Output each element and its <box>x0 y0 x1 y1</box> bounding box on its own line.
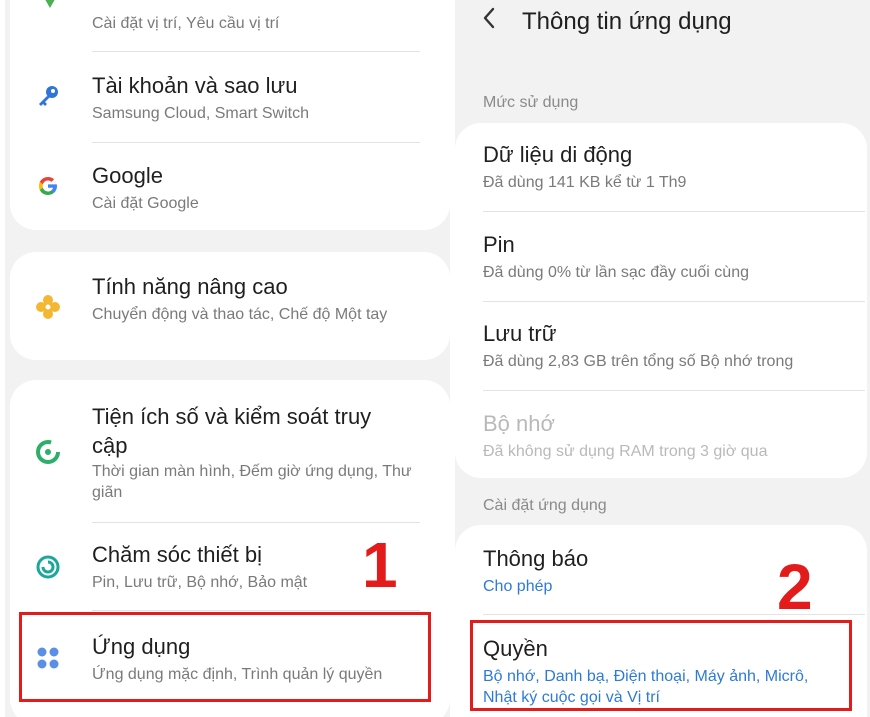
settings-item-google[interactable]: Google Cài đặt Google <box>5 145 453 225</box>
permissions-highlight-box <box>470 620 852 711</box>
divider <box>92 522 420 523</box>
page-title: Thông tin ứng dụng <box>522 8 732 35</box>
back-arrow-icon <box>483 7 495 29</box>
settings-item-location[interactable]: Cài đặt vị trí, Yêu cầu vị trí <box>5 0 453 45</box>
settings-item-title: Tiện ích số và kiểm soát truy cập <box>92 404 372 458</box>
settings-item-title: Tài khoản và sao lưu <box>92 73 298 98</box>
usage-item-mobile-data[interactable]: Dữ liệu di động Đã dùng 141 KB kể từ 1 T… <box>455 128 870 210</box>
divider <box>92 142 420 143</box>
divider <box>483 211 865 212</box>
settings-item-title: Chăm sóc thiết bị <box>92 542 262 567</box>
settings-item-accounts[interactable]: Tài khoản và sao lưu Samsung Cloud, Smar… <box>5 55 453 140</box>
usage-item-subtitle: Đã không sử dụng RAM trong 3 giờ qua <box>483 443 768 460</box>
divider <box>92 610 420 611</box>
settings-item-advanced-features[interactable]: Tính năng nâng cao Chuyển động và thao t… <box>5 255 453 355</box>
step-number-1: 1 <box>362 529 398 601</box>
section-header-app-settings: Cài đặt ứng dụng <box>483 497 607 514</box>
usage-item-battery[interactable]: Pin Đã dùng 0% từ lần sạc đầy cuối cùng <box>455 216 870 298</box>
usage-item-subtitle: Đã dùng 2,83 GB trên tổng số Bộ nhớ tron… <box>483 353 794 370</box>
usage-item-title: Lưu trữ <box>483 321 557 346</box>
settings-item-title: Tính năng nâng cao <box>92 274 288 299</box>
divider <box>92 51 420 52</box>
settings-item-subtitle: Cho phép <box>483 578 553 595</box>
step-number-2: 2 <box>777 551 813 623</box>
wellbeing-icon <box>33 437 63 467</box>
usage-item-memory: Bộ nhớ Đã không sử dụng RAM trong 3 giờ … <box>455 395 870 475</box>
settings-item-subtitle: Cài đặt vị trí, Yêu cầu vị trí <box>92 15 280 32</box>
section-header-usage: Mức sử dụng <box>483 94 579 111</box>
settings-item-subtitle: Pin, Lưu trữ, Bộ nhớ, Bảo mật <box>92 574 308 591</box>
settings-item-subtitle: Cài đặt Google <box>92 195 199 212</box>
apps-highlight-box <box>19 612 431 702</box>
settings-item-title: Thông báo <box>483 546 589 571</box>
settings-item-subtitle: Samsung Cloud, Smart Switch <box>92 105 309 122</box>
divider <box>483 301 865 302</box>
usage-item-title: Dữ liệu di động <box>483 142 633 167</box>
usage-item-subtitle: Đã dùng 141 KB kể từ 1 Th9 <box>483 174 687 191</box>
device-care-icon <box>33 552 63 582</box>
location-pin-icon <box>35 0 65 16</box>
back-button[interactable] <box>481 6 511 36</box>
settings-item-title: Google <box>92 163 163 188</box>
usage-item-storage[interactable]: Lưu trữ Đã dùng 2,83 GB trên tổng số Bộ … <box>455 305 870 387</box>
usage-item-title: Bộ nhớ <box>483 411 555 436</box>
usage-item-title: Pin <box>483 232 515 257</box>
divider <box>483 390 865 391</box>
key-icon <box>33 81 63 111</box>
usage-item-subtitle: Đã dùng 0% từ lần sạc đầy cuối cùng <box>483 264 749 281</box>
settings-item-digital-wellbeing[interactable]: Tiện ích số và kiểm soát truy cập Thời g… <box>5 385 453 520</box>
settings-item-subtitle: Chuyển động và thao tác, Chế độ Một tay <box>92 306 388 323</box>
settings-panel: Cài đặt vị trí, Yêu cầu vị trí Tài khoản… <box>5 0 453 717</box>
gear-flower-icon <box>33 292 63 322</box>
settings-item-subtitle: Thời gian màn hình, Đếm giờ ứng dụng, Th… <box>92 463 412 501</box>
google-g-icon <box>33 171 63 201</box>
app-info-panel: Thông tin ứng dụng Mức sử dụng Dữ liệu d… <box>455 0 870 717</box>
